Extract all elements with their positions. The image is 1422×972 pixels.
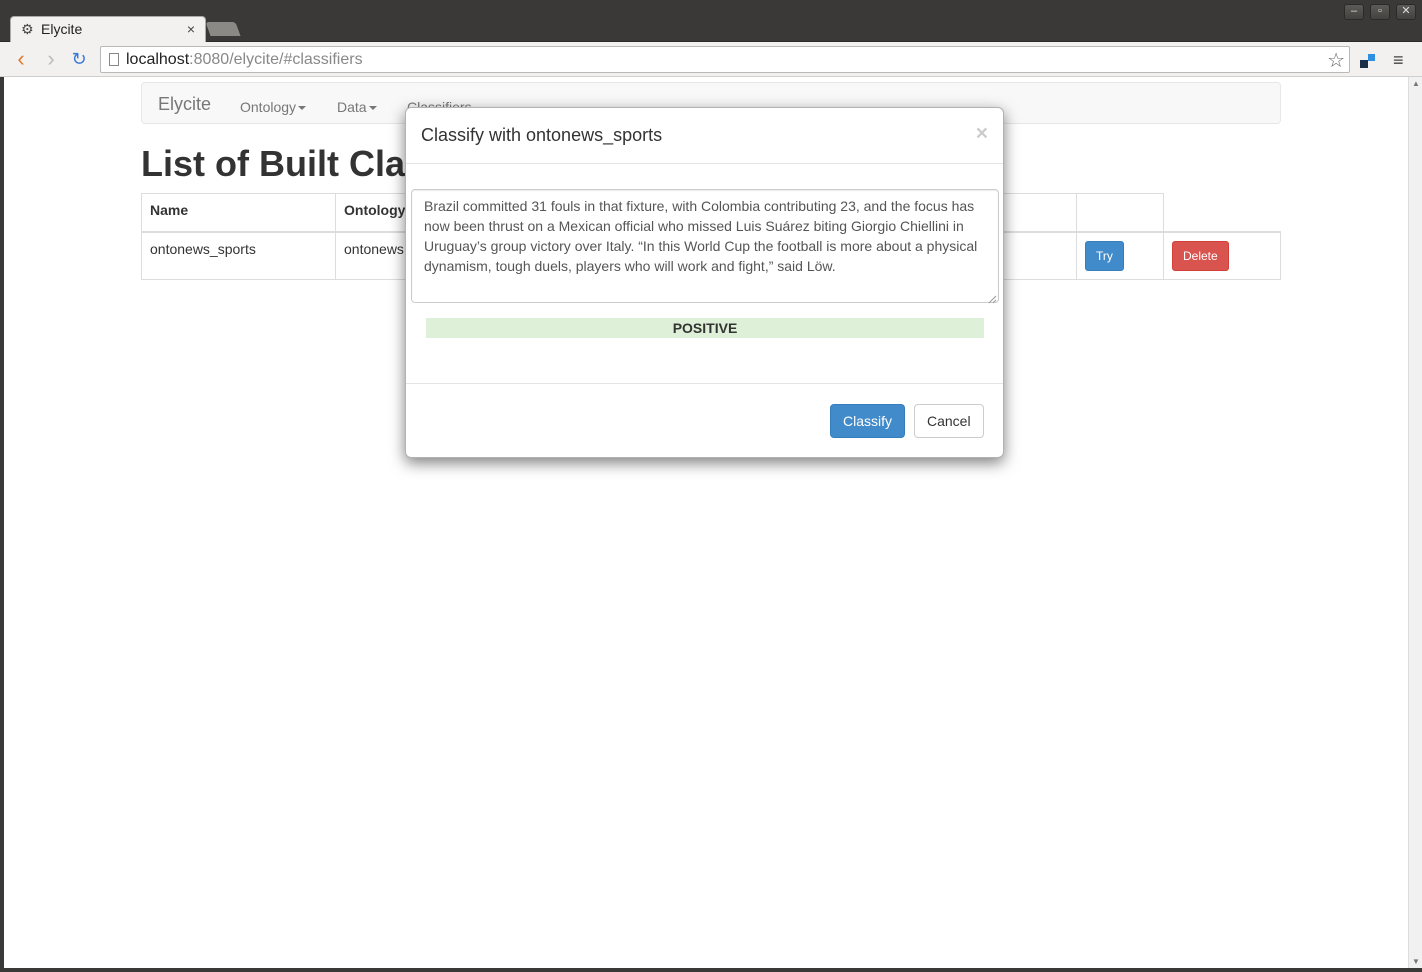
textarea-resize-grip[interactable] [987, 291, 997, 304]
browser-toolbar: ‹ › ↻ localhost:8080/elycite/#classifier… [0, 42, 1422, 77]
header-delete [1163, 193, 1281, 233]
classify-button[interactable]: Classify [830, 404, 906, 438]
bookmark-star-icon[interactable]: ☆ [1327, 48, 1345, 73]
try-button[interactable]: Try [1085, 240, 1124, 271]
cell-delete: Delete [1163, 231, 1281, 280]
forward-arrow-icon[interactable]: › [39, 47, 63, 71]
browser-menu-icon[interactable]: ≡ [1393, 50, 1404, 71]
elycite-favicon-icon: ⚙ [21, 21, 34, 37]
scroll-up-icon[interactable]: ▲ [1412, 79, 1420, 88]
header-name: Name [141, 193, 336, 233]
cell-try: Try [1076, 231, 1164, 280]
close-window-icon[interactable]: ✕ [1396, 4, 1416, 20]
header-try [1076, 193, 1164, 233]
scroll-down-icon[interactable]: ▼ [1412, 957, 1420, 966]
new-tab-button[interactable] [205, 22, 241, 36]
tab-close-icon[interactable]: × [187, 21, 195, 37]
modal-title: Classify with ontonews_sports [421, 125, 663, 145]
modal-footer: Classify Cancel [406, 383, 1003, 459]
browser-titlebar: ⚙ Elycite × – ▫ ✕ [0, 0, 1422, 43]
nav-data-dropdown[interactable]: Data [337, 99, 377, 115]
extension-icon[interactable] [1360, 52, 1376, 68]
minimize-window-icon[interactable]: – [1344, 4, 1364, 20]
caret-down-icon [368, 106, 377, 111]
page-icon [109, 53, 119, 66]
classify-text-input[interactable]: Brazil committed 31 fouls in that fixtur… [411, 189, 999, 303]
tab-title: Elycite [41, 21, 83, 37]
window-bottom-border [0, 968, 1422, 972]
delete-button[interactable]: Delete [1172, 240, 1229, 271]
page-viewport: Elycite Ontology Data Classifiers List o… [0, 77, 1408, 968]
classify-modal: Classify with ontonews_sports × Brazil c… [405, 107, 1004, 458]
browser-tab-elycite[interactable]: ⚙ Elycite × [10, 16, 206, 43]
caret-down-icon [298, 106, 307, 111]
url-text: localhost:8080/elycite/#classifiers [126, 51, 363, 68]
cancel-button[interactable]: Cancel [914, 404, 984, 438]
modal-close-icon[interactable]: × [976, 122, 988, 146]
nav-ontology-dropdown[interactable]: Ontology [240, 99, 307, 115]
navbar-brand[interactable]: Elycite [158, 94, 211, 115]
vertical-scrollbar[interactable]: ▲ ▼ [1408, 77, 1422, 968]
back-arrow-icon[interactable]: ‹ [9, 47, 33, 71]
classification-result-label: POSITIVE [426, 318, 984, 338]
reload-icon[interactable]: ↻ [67, 47, 91, 71]
address-bar[interactable]: localhost:8080/elycite/#classifiers ☆ [100, 46, 1350, 73]
maximize-window-icon[interactable]: ▫ [1370, 4, 1390, 20]
cell-name: ontonews_sports [141, 231, 336, 280]
modal-header: Classify with ontonews_sports × [406, 108, 1003, 164]
